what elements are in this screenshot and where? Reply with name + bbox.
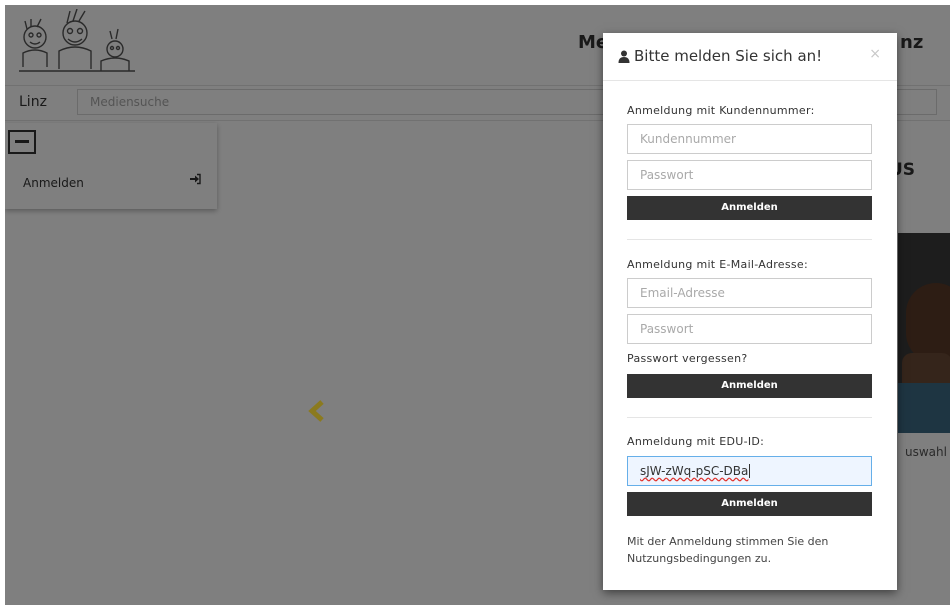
modal-title: Bitte melden Sie sich an! xyxy=(618,47,822,65)
customer-login-button[interactable]: Anmelden xyxy=(627,196,872,220)
chevron-left-icon[interactable] xyxy=(308,400,326,422)
edu-login-button[interactable]: Anmelden xyxy=(627,492,872,516)
email-section-label: Anmeldung mit E-Mail-Adresse: xyxy=(627,258,809,271)
login-modal: Bitte melden Sie sich an! × Anmeldung mi… xyxy=(603,33,897,590)
modal-header: Bitte melden Sie sich an! × xyxy=(603,33,897,81)
text-cursor xyxy=(749,464,751,478)
email-password-field[interactable] xyxy=(627,314,872,344)
modal-title-text: Bitte melden Sie sich an! xyxy=(634,47,823,65)
user-icon xyxy=(618,50,630,63)
terms-text: Mit der Anmeldung stimmen Sie den Nutzun… xyxy=(627,535,829,565)
divider xyxy=(627,239,872,240)
customer-password-field[interactable] xyxy=(627,160,872,190)
close-icon[interactable]: × xyxy=(869,46,881,62)
edu-id-field[interactable]: sJW-zWq-pSC-DBa xyxy=(627,456,872,486)
edu-section-label: Anmeldung mit EDU-ID: xyxy=(627,435,765,448)
edu-id-value: sJW-zWq-pSC-DBa xyxy=(640,464,749,478)
forgot-password-link[interactable]: Passwort vergessen? xyxy=(627,352,748,365)
customer-section-label: Anmeldung mit Kundennummer: xyxy=(627,104,815,117)
email-login-button[interactable]: Anmelden xyxy=(627,374,872,398)
divider xyxy=(627,417,872,418)
customer-number-field[interactable] xyxy=(627,124,872,154)
email-field[interactable] xyxy=(627,278,872,308)
